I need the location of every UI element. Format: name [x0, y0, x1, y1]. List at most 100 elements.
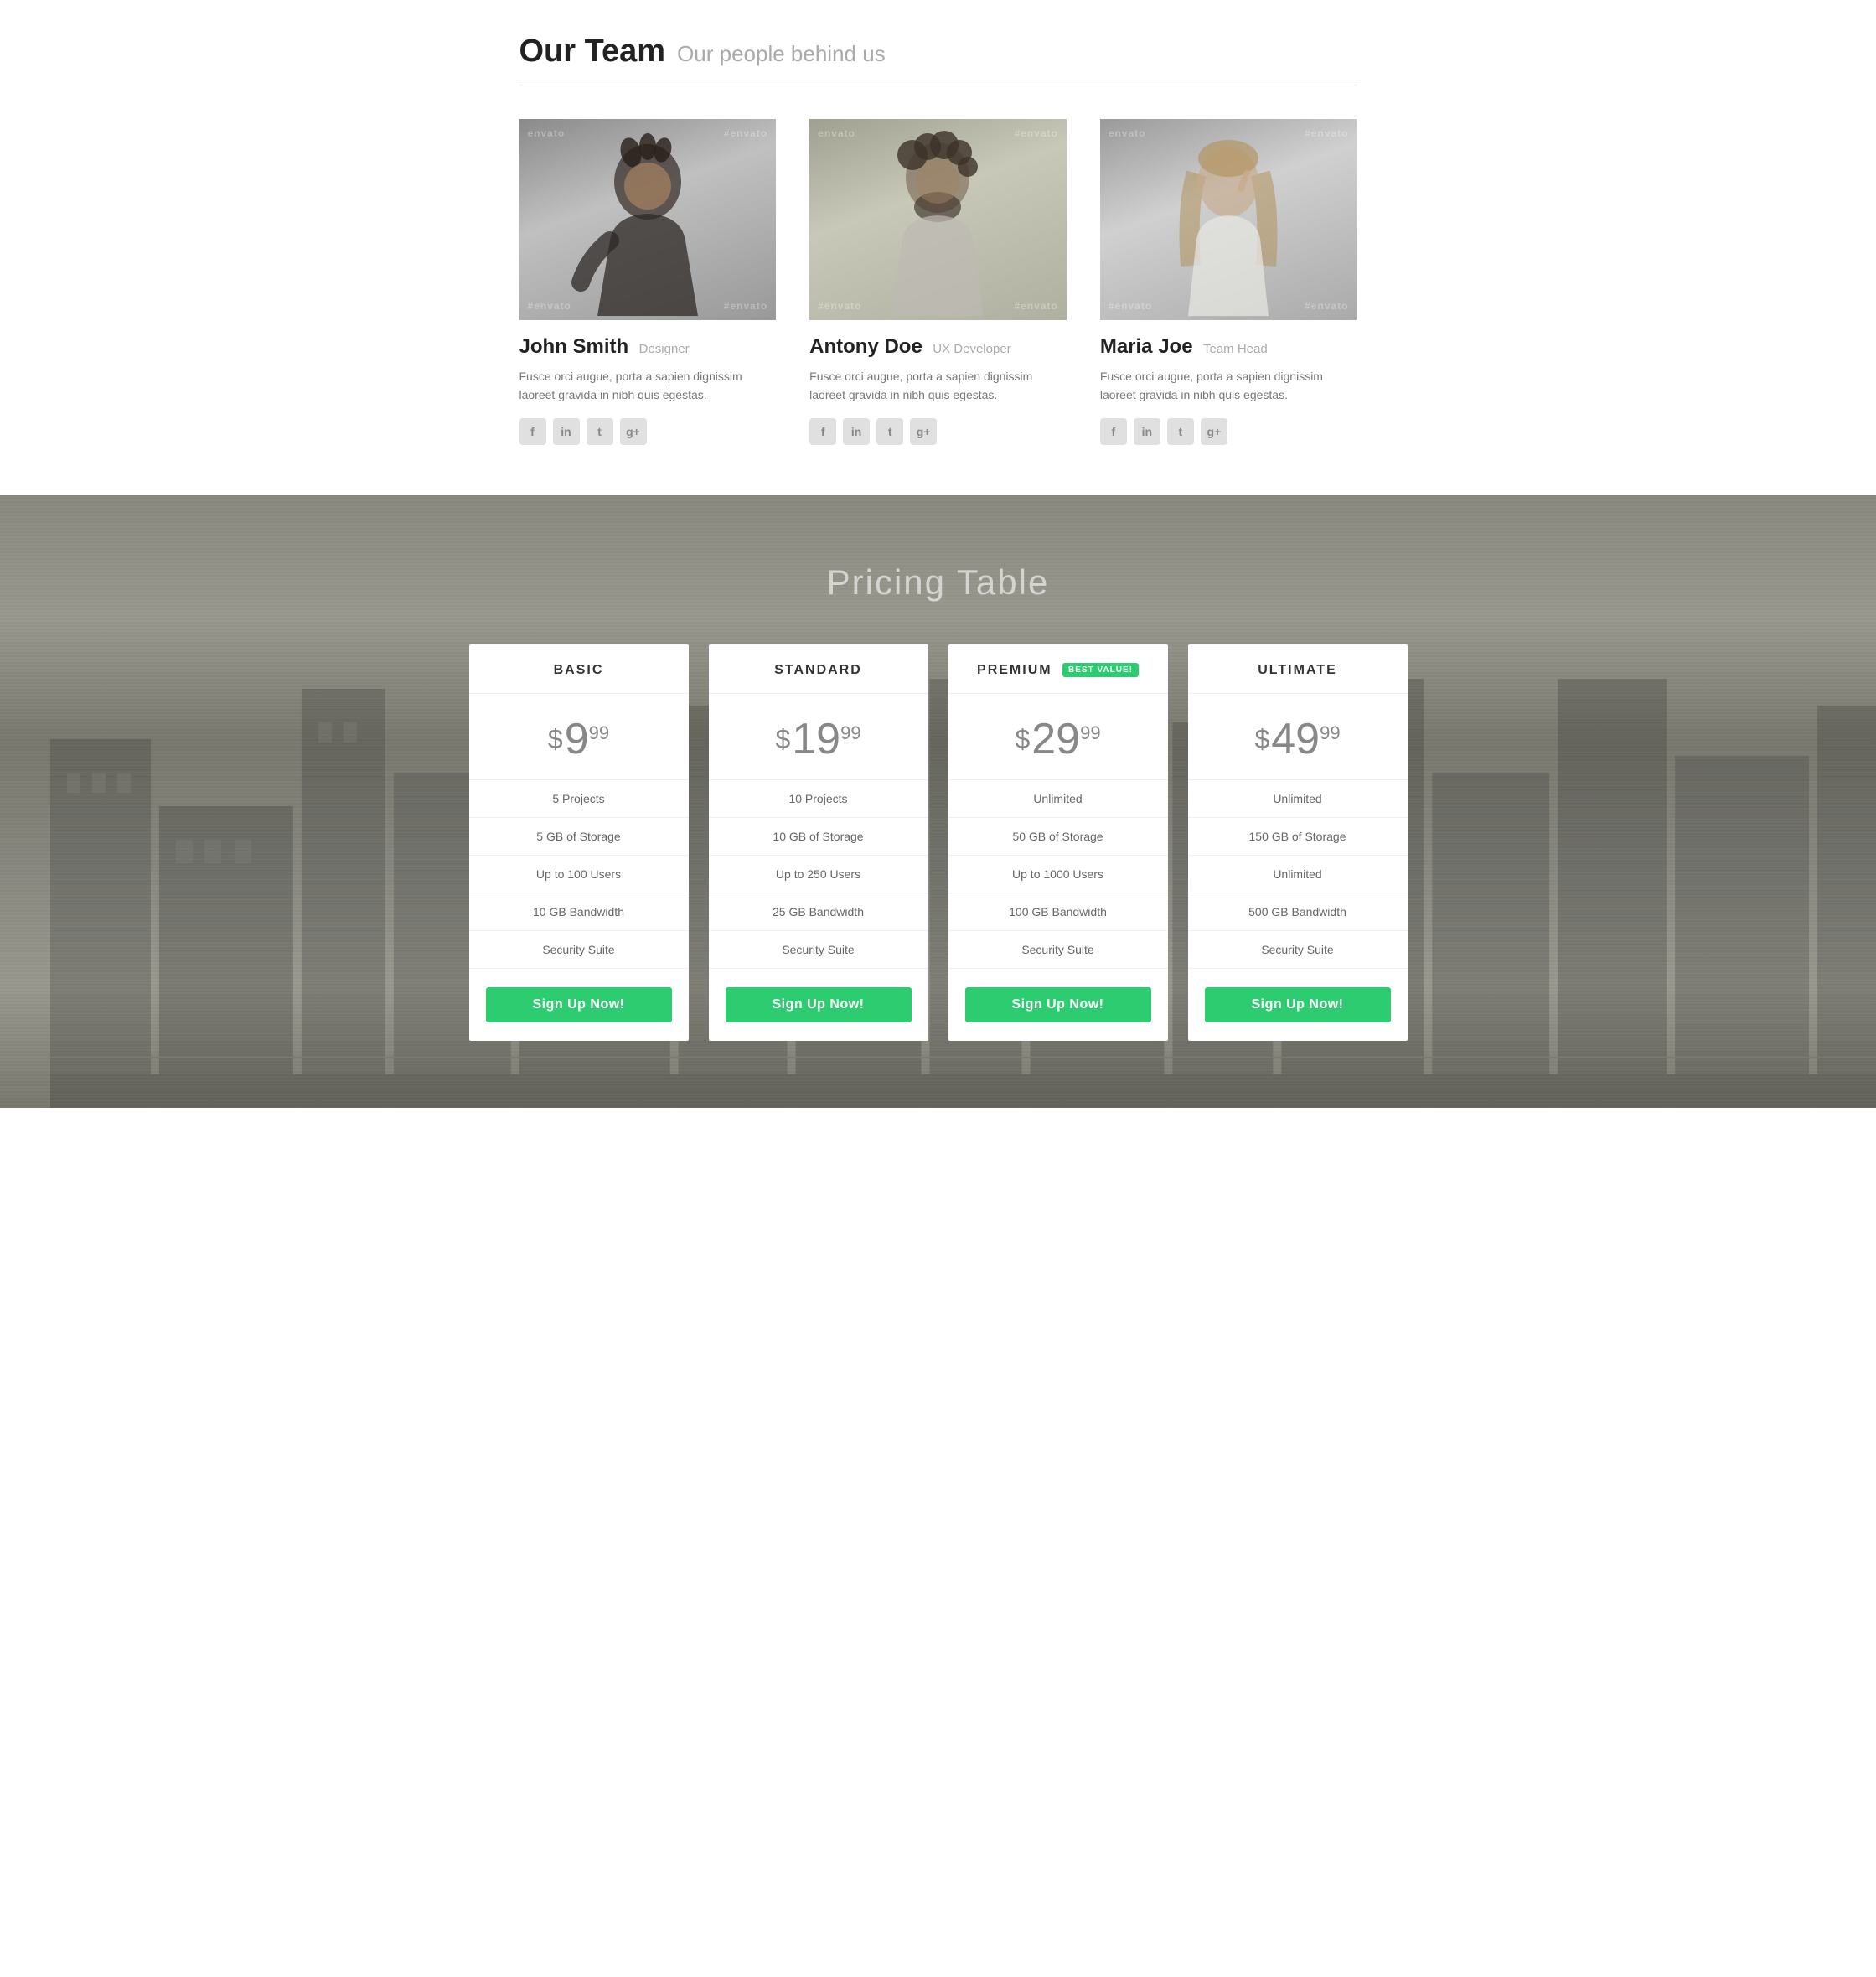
feature-list-standard: 10 Projects 10 GB of Storage Up to 250 U…: [709, 780, 928, 969]
price-symbol-basic: $: [548, 724, 563, 755]
section-title-sub: Our people behind us: [677, 41, 886, 67]
feature-item: Security Suite: [948, 931, 1168, 969]
plan-header-standard: STANDARD: [709, 644, 928, 694]
feature-list-basic: 5 Projects 5 GB of Storage Up to 100 Use…: [469, 780, 689, 969]
plan-name-premium: PREMIUM: [977, 663, 1052, 677]
feature-item: 100 GB Bandwidth: [948, 893, 1168, 931]
feature-list-ultimate: Unlimited 150 GB of Storage Unlimited 50…: [1188, 780, 1408, 969]
feature-item: Unlimited: [1188, 856, 1408, 893]
pricing-card-premium: PREMIUM BEST VALUE! $ 29 99 Unlimited 50…: [948, 644, 1168, 1041]
price-container-premium: $ 29 99: [948, 694, 1168, 780]
cta-premium: Sign Up Now!: [948, 969, 1168, 1041]
signup-button-ultimate[interactable]: Sign Up Now!: [1205, 987, 1391, 1022]
watermark: #envato: [528, 300, 571, 312]
watermark: envato: [1109, 127, 1146, 139]
linkedin-icon-3[interactable]: in: [1134, 418, 1160, 445]
googleplus-icon-3[interactable]: g+: [1201, 418, 1227, 445]
price-cents-premium: 99: [1080, 722, 1100, 744]
feature-item: Up to 250 Users: [709, 856, 928, 893]
feature-item: Unlimited: [1188, 780, 1408, 818]
price-cents-ultimate: 99: [1320, 722, 1340, 744]
person-silhouette-2: [854, 123, 1021, 316]
googleplus-icon-2[interactable]: g+: [910, 418, 937, 445]
price-main-standard: 19: [792, 717, 840, 761]
signup-button-basic[interactable]: Sign Up Now!: [486, 987, 672, 1022]
member-name-3: Maria Joe: [1100, 335, 1193, 358]
feature-item: 5 Projects: [469, 780, 689, 818]
feature-item: 500 GB Bandwidth: [1188, 893, 1408, 931]
watermark: #envato: [1109, 300, 1152, 312]
price-wrap-standard: $ 19 99: [775, 717, 860, 761]
twitter-icon-3[interactable]: t: [1167, 418, 1194, 445]
price-cents-standard: 99: [840, 722, 860, 744]
pricing-card-basic: BASIC $ 9 99 5 Projects 5 GB of Storage …: [469, 644, 689, 1041]
member-role-1: Designer: [639, 342, 690, 356]
feature-item: 5 GB of Storage: [469, 818, 689, 856]
feature-item: Unlimited: [948, 780, 1168, 818]
feature-item: 25 GB Bandwidth: [709, 893, 928, 931]
plan-name-basic: BASIC: [554, 663, 604, 677]
watermark: #envato: [1305, 300, 1348, 312]
price-wrap-basic: $ 9 99: [548, 717, 609, 761]
photo-placeholder-2: envato #envato #envato #envato: [809, 119, 1067, 320]
price-wrap-premium: $ 29 99: [1015, 717, 1100, 761]
twitter-icon-2[interactable]: t: [876, 418, 903, 445]
team-grid: envato #envato #envato #envato: [519, 119, 1357, 445]
team-section: Our Team Our people behind us envato #en…: [469, 0, 1408, 495]
feature-item: 150 GB of Storage: [1188, 818, 1408, 856]
feature-item: Up to 100 Users: [469, 856, 689, 893]
watermark: envato: [528, 127, 566, 139]
photo-placeholder-3: envato #envato #envato #envato: [1100, 119, 1357, 320]
facebook-icon-2[interactable]: f: [809, 418, 836, 445]
signup-button-premium[interactable]: Sign Up Now!: [965, 987, 1151, 1022]
price-main-ultimate: 49: [1271, 717, 1320, 761]
cta-ultimate: Sign Up Now!: [1188, 969, 1408, 1041]
googleplus-icon-1[interactable]: g+: [620, 418, 647, 445]
price-container-ultimate: $ 49 99: [1188, 694, 1408, 780]
team-photo-2: envato #envato #envato #envato: [809, 119, 1067, 320]
team-card-3: envato #envato #envato #envato: [1100, 119, 1357, 445]
photo-placeholder-1: envato #envato #envato #envato: [519, 119, 777, 320]
facebook-icon-1[interactable]: f: [519, 418, 546, 445]
feature-item: 50 GB of Storage: [948, 818, 1168, 856]
social-icons-3: f in t g+: [1100, 418, 1357, 445]
watermark: #envato: [724, 127, 767, 139]
price-container-basic: $ 9 99: [469, 694, 689, 780]
member-name-2: Antony Doe: [809, 335, 922, 358]
team-card-1: envato #envato #envato #envato: [519, 119, 777, 445]
facebook-icon-3[interactable]: f: [1100, 418, 1127, 445]
watermark: #envato: [724, 300, 767, 312]
linkedin-icon-2[interactable]: in: [843, 418, 870, 445]
feature-item: 10 GB Bandwidth: [469, 893, 689, 931]
pricing-section-title: Pricing Table: [50, 562, 1826, 603]
feature-item: Security Suite: [469, 931, 689, 969]
social-icons-1: f in t g+: [519, 418, 777, 445]
price-symbol-ultimate: $: [1254, 724, 1269, 755]
member-role-2: UX Developer: [933, 342, 1010, 356]
watermark: #envato: [1305, 127, 1348, 139]
person-silhouette-3: [1145, 123, 1312, 316]
plan-header-basic: BASIC: [469, 644, 689, 694]
member-name-1: John Smith: [519, 335, 629, 358]
member-bio-3: Fusce orci augue, porta a sapien digniss…: [1100, 367, 1357, 405]
team-photo-1: envato #envato #envato #envato: [519, 119, 777, 320]
member-bio-1: Fusce orci augue, porta a sapien digniss…: [519, 367, 777, 405]
pricing-card-standard: STANDARD $ 19 99 10 Projects 10 GB of St…: [709, 644, 928, 1041]
social-icons-2: f in t g+: [809, 418, 1067, 445]
twitter-icon-1[interactable]: t: [587, 418, 613, 445]
plan-header-ultimate: ULTIMATE: [1188, 644, 1408, 694]
feature-item: 10 Projects: [709, 780, 928, 818]
plan-name-ultimate: ULTIMATE: [1258, 663, 1337, 677]
plan-name-standard: STANDARD: [774, 663, 862, 677]
watermark: envato: [818, 127, 855, 139]
price-wrap-ultimate: $ 49 99: [1254, 717, 1340, 761]
member-role-3: Team Head: [1203, 342, 1268, 356]
cta-standard: Sign Up Now!: [709, 969, 928, 1041]
watermark: #envato: [1014, 300, 1057, 312]
price-symbol-standard: $: [775, 724, 790, 755]
signup-button-standard[interactable]: Sign Up Now!: [726, 987, 912, 1022]
pricing-section: Pricing Table BASIC $ 9 99 5 Projects 5 …: [0, 495, 1876, 1108]
person-silhouette-1: [564, 123, 731, 316]
feature-item: 10 GB of Storage: [709, 818, 928, 856]
linkedin-icon-1[interactable]: in: [553, 418, 580, 445]
